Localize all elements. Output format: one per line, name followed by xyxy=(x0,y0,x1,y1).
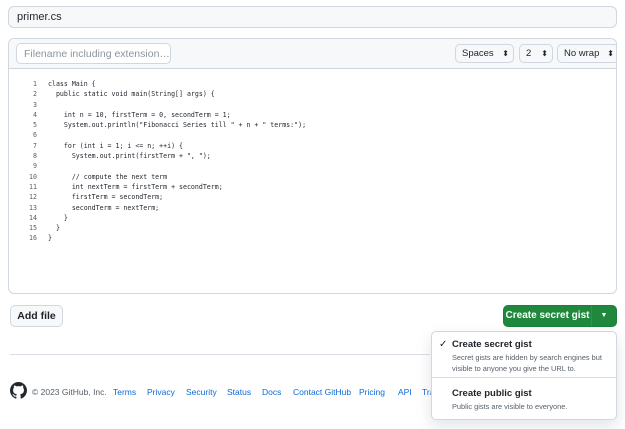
footer-link-api[interactable]: API xyxy=(398,387,412,397)
line-text: firstTerm = secondTerm; xyxy=(48,193,164,202)
caret-down-icon: ▼ xyxy=(600,312,608,319)
code-line: 13 secondTerm = nextTerm; xyxy=(9,203,616,213)
footer-link-privacy[interactable]: Privacy xyxy=(147,387,175,397)
footer-link-terms[interactable]: Terms xyxy=(113,387,136,397)
code-line: 5 System.out.println("Fibonacci Series t… xyxy=(9,120,616,130)
footer-link-docs[interactable]: Docs xyxy=(262,387,281,397)
code-line: 3 xyxy=(9,100,616,110)
add-file-button[interactable]: Add file xyxy=(10,305,63,327)
footer-link-contact[interactable]: Contact GitHub xyxy=(293,387,351,397)
code-line: 6 xyxy=(9,130,616,140)
dropdown-item-secret-title: Create secret gist xyxy=(452,339,532,350)
line-number: 4 xyxy=(33,110,37,119)
create-secret-gist-button[interactable]: Create secret gist xyxy=(503,305,592,327)
code-line: 2 public static void main(String[] args)… xyxy=(9,89,616,99)
code-line: 14 } xyxy=(9,213,616,223)
line-number: 3 xyxy=(33,100,37,109)
line-number: 5 xyxy=(33,121,37,130)
line-number: 13 xyxy=(29,203,37,212)
line-text: System.out.println("Fibonacci Series til… xyxy=(48,121,307,130)
line-text: class Main { xyxy=(48,80,96,88)
code-line: 16} xyxy=(9,233,616,243)
dropdown-item-secret-description: Secret gists are hidden by search engine… xyxy=(452,353,602,373)
gist-description-field[interactable]: primer.cs xyxy=(8,6,617,28)
indent-mode-value: Spaces xyxy=(462,48,494,59)
line-number: 15 xyxy=(29,224,37,233)
line-number: 2 xyxy=(33,90,37,99)
indent-mode-select[interactable]: Spaces ⬍ xyxy=(455,44,514,63)
line-text: secondTerm = nextTerm; xyxy=(48,203,160,212)
line-text: public static void main(String[] args) { xyxy=(48,90,215,99)
create-options-caret-button[interactable]: ▼ xyxy=(591,305,617,327)
line-text: // compute the next term xyxy=(48,172,168,181)
code-line: 12 firstTerm = secondTerm; xyxy=(9,192,616,202)
select-arrows-icon: ⬍ xyxy=(502,49,509,58)
select-arrows-icon: ⬍ xyxy=(607,49,614,58)
code-line: 1 class Main { xyxy=(9,79,616,89)
line-text: } xyxy=(48,213,68,222)
dropdown-item-public[interactable]: Create public gist Public gists are visi… xyxy=(432,378,616,420)
create-gist-dropdown: ✓ Create secret gist Secret gists are hi… xyxy=(431,331,617,420)
line-number: 8 xyxy=(33,152,37,161)
code-line: 11 int nextTerm = firstTerm + secondTerm… xyxy=(9,182,616,192)
copyright-text: © 2023 GitHub, Inc. xyxy=(32,387,107,397)
indent-size-value: 2 xyxy=(526,48,532,59)
line-number: 6 xyxy=(33,131,37,140)
code-line: 4 int n = 10, firstTerm = 0, secondTerm … xyxy=(9,110,616,120)
footer-divider xyxy=(10,354,430,355)
wrap-mode-value: No wrap xyxy=(564,48,600,59)
wrap-mode-select[interactable]: No wrap ⬍ xyxy=(557,44,616,63)
code-area[interactable]: 1 class Main {2 public static void main(S… xyxy=(9,70,616,293)
line-text: } xyxy=(48,234,52,243)
line-number: 16 xyxy=(29,234,37,243)
line-text: int n = 10, firstTerm = 0, secondTerm = … xyxy=(48,110,231,119)
footer-link-pricing[interactable]: Pricing xyxy=(359,387,385,397)
github-logo-icon[interactable] xyxy=(10,382,27,399)
indent-size-select[interactable]: 2 ⬍ xyxy=(519,44,553,63)
line-number: 14 xyxy=(29,213,37,222)
dropdown-item-public-title: Create public gist xyxy=(452,388,532,399)
line-text: System.out.print(firstTerm + ", "); xyxy=(48,152,211,161)
line-number: 7 xyxy=(33,141,37,150)
file-editor: Spaces ⬍ 2 ⬍ No wrap ⬍ 1class Main {2 pu… xyxy=(8,38,617,294)
line-text: } xyxy=(48,224,60,233)
code-line: 9 xyxy=(9,161,616,171)
code-line: 7 for (int i = 1; i <= n; ++i) { xyxy=(9,141,616,151)
dropdown-item-public-description: Public gists are visible to everyone. xyxy=(452,402,568,411)
line-number: 1 xyxy=(33,80,37,88)
code-line: 10 // compute the next term xyxy=(9,172,616,182)
line-number: 12 xyxy=(29,193,37,202)
footer-link-status[interactable]: Status xyxy=(227,387,251,397)
editor-header: Spaces ⬍ 2 ⬍ No wrap ⬍ xyxy=(9,39,616,69)
line-number: 10 xyxy=(29,172,37,181)
line-text: int nextTerm = firstTerm + secondTerm; xyxy=(48,182,223,191)
select-arrows-icon: ⬍ xyxy=(541,49,548,58)
dropdown-item-secret[interactable]: ✓ Create secret gist Secret gists are hi… xyxy=(432,332,616,378)
code-line: 8 System.out.print(firstTerm + ", "); xyxy=(9,151,616,161)
footer-link-security[interactable]: Security xyxy=(186,387,217,397)
check-icon: ✓ xyxy=(439,339,448,350)
filename-input[interactable] xyxy=(16,43,171,64)
line-text: for (int i = 1; i <= n; ++i) { xyxy=(48,141,183,150)
code-line: 15 } xyxy=(9,223,616,233)
line-number: 11 xyxy=(29,182,37,191)
line-number: 9 xyxy=(33,162,37,171)
